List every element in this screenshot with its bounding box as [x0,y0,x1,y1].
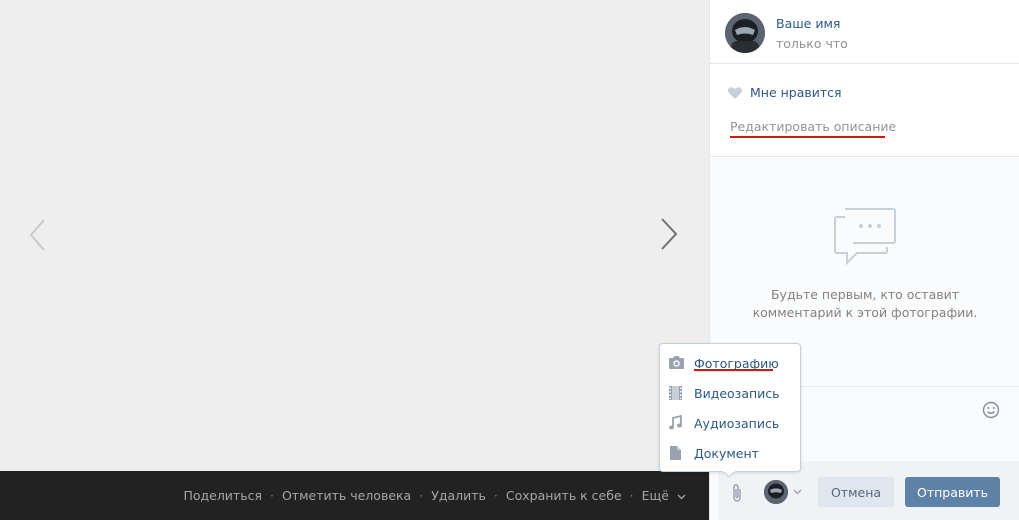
chevron-right-icon [661,218,678,250]
chevron-down-icon [793,489,802,495]
separator: · [493,488,498,503]
document-icon [670,446,681,460]
prev-photo-button[interactable] [26,215,52,255]
paperclip-icon[interactable] [730,483,744,503]
next-photo-button[interactable] [656,214,682,254]
highlight-underline [694,369,773,371]
camera-icon [669,356,684,369]
like-label: Мне нравится [750,85,842,100]
separator: · [419,488,424,503]
menu-pointer [723,471,735,478]
avatar[interactable] [725,13,765,53]
attach-photo-item[interactable]: Фотографию [660,348,800,378]
avatar-image [764,480,788,504]
photo-viewer[interactable] [0,0,709,471]
music-note-icon [669,415,682,430]
attach-audio-label: Аудиозапись [694,416,780,431]
author-header: Ваше имя только что [710,0,1019,64]
share-link[interactable]: Поделиться [183,488,262,503]
avatar-image [725,13,765,53]
highlight-underline [730,136,885,138]
separator: · [629,488,634,503]
attach-document-label: Документ [694,446,759,461]
send-button[interactable]: Отправить [905,477,1000,507]
separator: · [269,488,274,503]
emoji-icon[interactable] [982,401,1000,419]
like-button[interactable]: Мне нравится [727,85,842,100]
chevron-left-icon [29,219,45,251]
author-avatar-selector[interactable] [764,480,788,504]
comments-bubble-icon [834,208,896,266]
empty-comments-text: Будьте первым, кто оставит комментарий к… [752,287,978,320]
author-name[interactable]: Ваше имя [776,16,840,31]
likes-block: Мне нравится Редактировать описание [710,65,1019,157]
post-time: только что [776,36,848,51]
more-link[interactable]: Ещё [642,488,686,503]
attach-audio-item[interactable]: Аудиозапись [660,408,800,438]
save-to-album-link[interactable]: Сохранить к себе [506,488,622,503]
attach-document-item[interactable]: Документ [660,438,800,468]
film-icon [669,386,682,400]
chevron-down-icon [677,494,686,500]
attach-video-item[interactable]: Видеозапись [660,378,800,408]
cancel-button[interactable]: Отмена [818,477,894,507]
attach-video-label: Видеозапись [694,386,780,401]
delete-link[interactable]: Удалить [431,488,486,503]
edit-description-link[interactable]: Редактировать описание [730,119,896,134]
action-links: Поделиться · Отметить человека · Удалить… [183,471,686,520]
tag-person-link[interactable]: Отметить человека [282,488,411,503]
attach-menu: Фотографию Видеозапись Аудиозапись Докум… [659,343,801,472]
more-label: Ещё [641,488,670,503]
heart-icon [728,86,742,99]
photo-action-bar: Поделиться · Отметить человека · Удалить… [0,471,716,520]
